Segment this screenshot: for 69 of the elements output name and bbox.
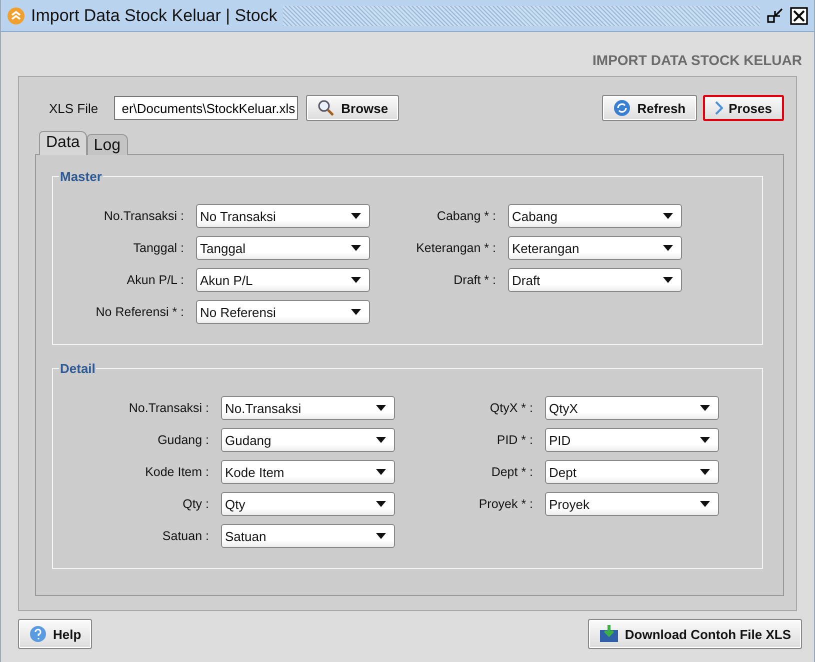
dropdown[interactable]: PID: [545, 428, 719, 452]
field-label: Dept * :: [490, 465, 533, 479]
field-label: PID * :: [496, 433, 533, 447]
caret-icon: [663, 277, 673, 283]
caret-icon: [663, 245, 673, 251]
dropdown[interactable]: Qty: [221, 492, 395, 516]
caret-icon: [376, 501, 386, 507]
file-path-field[interactable]: er\Documents\StockKeluar.xls: [114, 96, 298, 120]
refresh-button[interactable]: Refresh: [602, 95, 697, 121]
caret-icon: [700, 437, 710, 443]
field-label: QtyX * :: [488, 401, 533, 415]
caret-icon: [376, 405, 386, 411]
dropdown[interactable]: Satuan: [221, 524, 395, 548]
restore-icon[interactable]: [766, 6, 784, 24]
dropdown[interactable]: Draft: [508, 268, 682, 292]
help-icon: [29, 625, 47, 643]
field-label: No Referensi * :: [94, 305, 184, 319]
field-label: Draft * :: [452, 273, 496, 287]
file-label: XLS File: [49, 100, 98, 116]
caret-icon: [351, 277, 361, 283]
dropdown[interactable]: Keterangan: [508, 236, 682, 260]
browse-button[interactable]: Browse: [306, 95, 400, 121]
caret-icon: [351, 213, 361, 219]
field-label: Cabang * :: [436, 209, 496, 223]
download-button[interactable]: Download Contoh File XLS: [588, 619, 802, 649]
magnifier-icon: [317, 99, 336, 117]
dropdown[interactable]: Akun P/L: [196, 268, 370, 292]
dropdown[interactable]: QtyX: [545, 396, 719, 420]
download-icon: [598, 625, 619, 643]
window-title: Import Data Stock Keluar | Stock: [31, 6, 278, 26]
caret-icon: [700, 405, 710, 411]
field-label: No.Transaksi :: [128, 401, 209, 415]
proses-button[interactable]: Proses: [702, 95, 784, 121]
field-label: Proyek * :: [478, 497, 533, 511]
caret-icon: [376, 533, 386, 539]
caret-icon: [663, 213, 673, 219]
dropdown[interactable]: No.Transaksi: [221, 396, 395, 420]
caret-icon: [351, 309, 361, 315]
dropdown[interactable]: Dept: [545, 460, 719, 484]
field-label: Tanggal :: [132, 241, 184, 255]
dropdown[interactable]: No Transaksi: [196, 204, 370, 228]
field-label: Keterangan * :: [415, 241, 496, 255]
field-label: Satuan :: [161, 529, 209, 543]
field-label: Qty :: [182, 497, 209, 511]
caret-icon: [700, 501, 710, 507]
section-title: Master: [59, 169, 103, 184]
dropdown[interactable]: No Referensi: [196, 300, 370, 324]
logo-icon: [7, 6, 25, 24]
section-title: Detail: [59, 361, 96, 376]
caret-icon: [376, 469, 386, 475]
caret-icon: [700, 469, 710, 475]
help-button[interactable]: Help: [18, 619, 92, 649]
caret-icon: [376, 437, 386, 443]
caret-icon: [351, 245, 361, 251]
field-label: Akun P/L :: [126, 273, 184, 287]
dropdown[interactable]: Kode Item: [221, 460, 395, 484]
dropdown[interactable]: Cabang: [508, 204, 682, 228]
field-label: Kode Item :: [144, 465, 209, 479]
chevron-right-icon: [714, 101, 723, 115]
tab[interactable]: Data: [39, 131, 87, 155]
page-heading: IMPORT DATA STOCK KELUAR: [592, 52, 802, 68]
dropdown[interactable]: Tanggal: [196, 236, 370, 260]
dropdown[interactable]: Proyek: [545, 492, 719, 516]
tab[interactable]: Log: [86, 134, 128, 155]
refresh-icon: [613, 99, 632, 117]
dropdown[interactable]: Gudang: [221, 428, 395, 452]
close-icon[interactable]: [790, 6, 808, 24]
field-label: No.Transaksi :: [102, 209, 184, 223]
field-label: Gudang :: [156, 433, 209, 447]
